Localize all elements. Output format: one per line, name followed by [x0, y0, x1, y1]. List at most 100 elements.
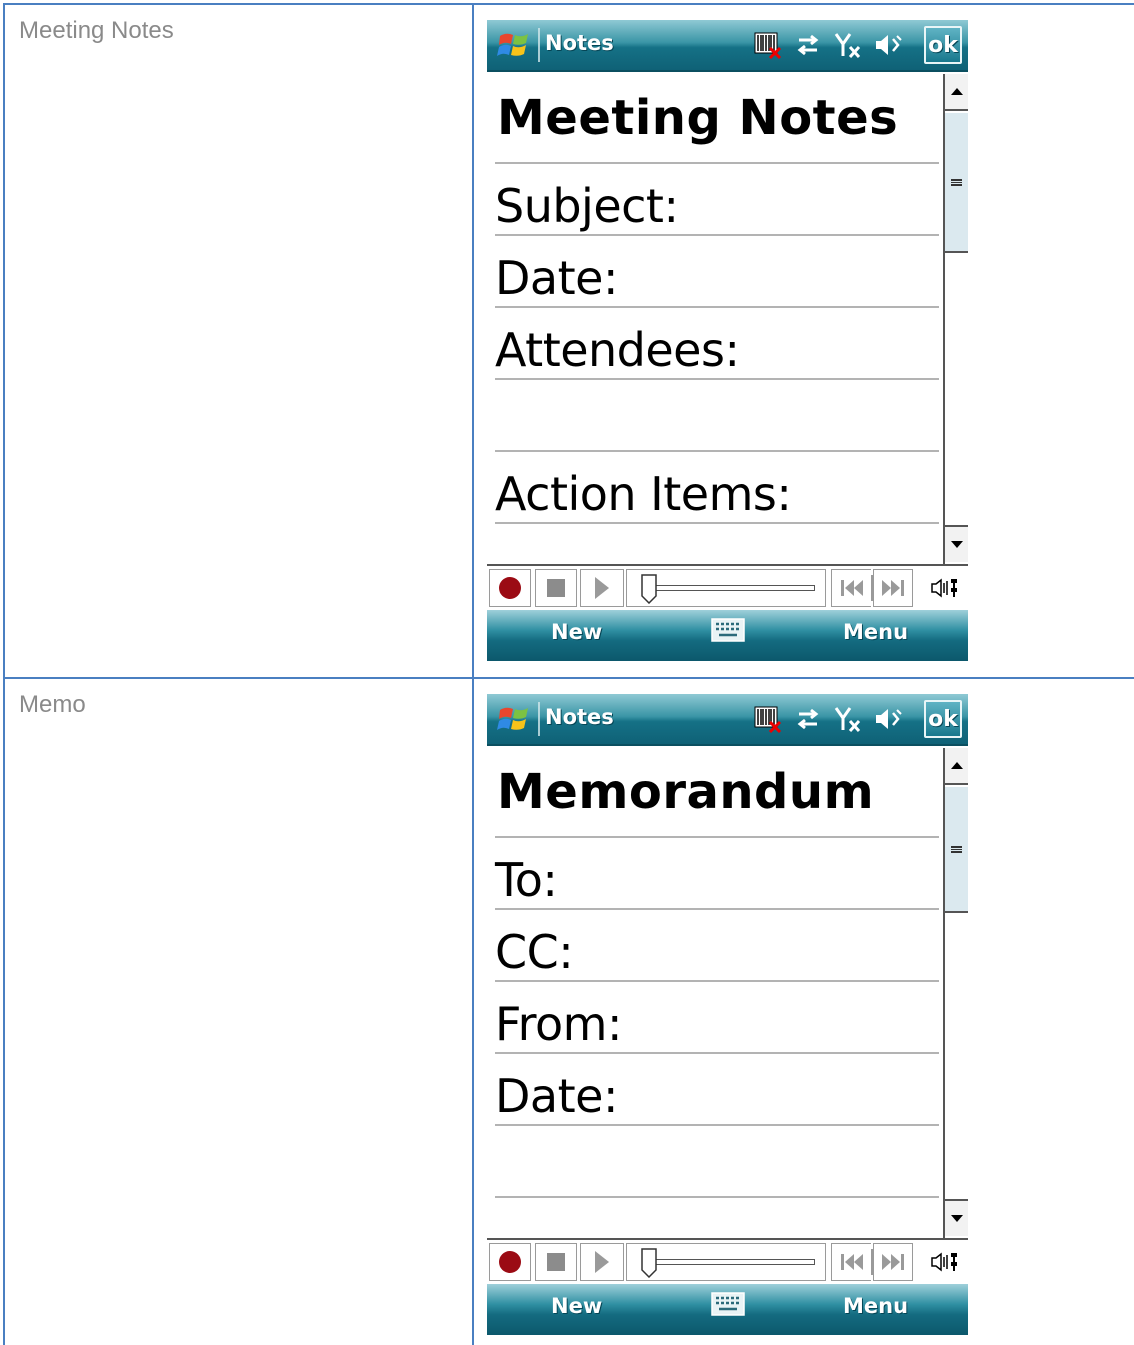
note-editor[interactable]: Memorandum To: CC: From: Date:: [487, 748, 943, 1238]
field-date: Date:: [495, 251, 618, 305]
table-border-middle: [3, 677, 1134, 679]
ruled-line: [495, 908, 939, 910]
scroll-down-button[interactable]: [945, 1199, 968, 1236]
slider-thumb-icon[interactable]: [641, 574, 657, 604]
barcode-scanner-icon[interactable]: [753, 30, 783, 60]
scroll-up-arrow-icon: [950, 88, 963, 95]
softkey-menu[interactable]: Menu: [843, 1294, 908, 1318]
speaker-icon[interactable]: [873, 704, 903, 734]
table-border-center: [472, 3, 474, 1345]
skip-forward-icon: [882, 1254, 904, 1270]
field-subject: Subject:: [495, 179, 679, 233]
note-editor[interactable]: Meeting Notes Subject: Date: Attendees: …: [487, 74, 943, 564]
scroll-down-button[interactable]: [945, 525, 968, 562]
volume-button[interactable]: [923, 1243, 966, 1281]
note-title: Meeting Notes: [497, 90, 899, 146]
app-title: Notes: [545, 705, 614, 729]
field-action-items: Action Items:: [495, 467, 792, 521]
stop-button[interactable]: [535, 1243, 577, 1281]
softkey-bar: New Menu: [487, 1284, 968, 1335]
ruled-line: [495, 980, 939, 982]
playback-slider[interactable]: [626, 1243, 826, 1281]
field-to: To:: [495, 853, 558, 907]
ruled-line: [495, 162, 939, 164]
field-attendees: Attendees:: [495, 323, 740, 377]
no-signal-icon[interactable]: [833, 30, 863, 60]
scroll-down-arrow-icon: [950, 541, 963, 548]
scroll-thumb[interactable]: [945, 787, 968, 913]
scroll-thumb[interactable]: [945, 113, 968, 253]
title-bar: Notes ok: [487, 694, 968, 746]
ruled-line: [495, 306, 939, 308]
scroll-up-button[interactable]: [945, 74, 968, 111]
data-sync-icon[interactable]: [793, 704, 823, 734]
table-border-left: [3, 3, 5, 1345]
field-cc: CC:: [495, 925, 574, 979]
stop-icon: [547, 579, 565, 597]
grip-icon: [951, 178, 962, 186]
record-icon: [499, 1251, 521, 1273]
scroll-down-arrow-icon: [950, 1215, 963, 1222]
vertical-scrollbar[interactable]: [943, 74, 968, 564]
softkey-new[interactable]: New: [551, 1294, 602, 1318]
record-button[interactable]: [489, 1243, 531, 1281]
skip-forward-icon: [882, 580, 904, 596]
ruled-line: [495, 1124, 939, 1126]
field-from: From:: [495, 997, 622, 1051]
previous-button[interactable]: [831, 569, 871, 607]
play-button[interactable]: [580, 569, 624, 607]
softkey-new[interactable]: New: [551, 620, 602, 644]
ruled-line: [495, 450, 939, 452]
record-icon: [499, 577, 521, 599]
table-border-top: [3, 3, 1134, 5]
skip-back-icon: [840, 1254, 863, 1270]
slider-track: [651, 585, 815, 591]
title-separator: [538, 702, 540, 736]
note-title: Memorandum: [497, 764, 875, 820]
playback-slider[interactable]: [626, 569, 826, 607]
phone-screen-memo: Notes ok Memorandum To: CC: From: Date: …: [487, 694, 968, 1335]
keyboard-icon[interactable]: [711, 1292, 745, 1316]
voice-recorder-bar: [487, 1238, 968, 1284]
next-button[interactable]: [873, 1243, 913, 1281]
softkey-menu[interactable]: Menu: [843, 620, 908, 644]
play-icon: [595, 577, 609, 599]
next-button[interactable]: [873, 569, 913, 607]
speaker-icon[interactable]: [873, 30, 903, 60]
play-icon: [595, 1251, 609, 1273]
phone-screen-meeting-notes: Notes ok Meeting Notes Subject: Date: At…: [487, 20, 968, 661]
status-icons: [753, 702, 903, 736]
row-label-memo: Memo: [19, 691, 86, 718]
slider-track: [651, 1259, 815, 1265]
ruled-line: [495, 234, 939, 236]
record-button[interactable]: [489, 569, 531, 607]
previous-button[interactable]: [831, 1243, 871, 1281]
ok-button[interactable]: ok: [924, 26, 962, 64]
volume-icon: [930, 1252, 957, 1272]
field-date: Date:: [495, 1069, 618, 1123]
ruled-line: [495, 522, 939, 524]
stop-icon: [547, 1253, 565, 1271]
voice-recorder-bar: [487, 564, 968, 610]
no-signal-icon[interactable]: [833, 704, 863, 734]
windows-start-icon[interactable]: [497, 28, 531, 62]
row-label-meeting-notes: Meeting Notes: [19, 17, 174, 44]
ruled-line: [495, 1052, 939, 1054]
play-button[interactable]: [580, 1243, 624, 1281]
barcode-scanner-icon[interactable]: [753, 704, 783, 734]
data-sync-icon[interactable]: [793, 30, 823, 60]
ok-button[interactable]: ok: [924, 700, 962, 738]
scroll-up-arrow-icon: [950, 762, 963, 769]
softkey-bar: New Menu: [487, 610, 968, 661]
skip-back-icon: [840, 580, 863, 596]
ruled-line: [495, 378, 939, 380]
grip-icon: [951, 845, 962, 853]
volume-button[interactable]: [923, 569, 966, 607]
slider-thumb-icon[interactable]: [641, 1248, 657, 1278]
windows-start-icon[interactable]: [497, 702, 531, 736]
scroll-up-button[interactable]: [945, 748, 968, 785]
stop-button[interactable]: [535, 569, 577, 607]
volume-icon: [930, 578, 957, 598]
keyboard-icon[interactable]: [711, 618, 745, 642]
vertical-scrollbar[interactable]: [943, 748, 968, 1238]
